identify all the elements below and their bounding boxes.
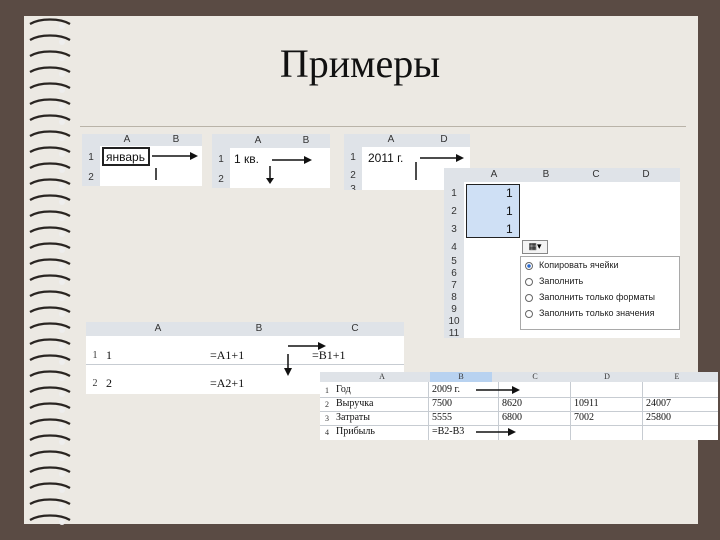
row-4[interactable]: 4 <box>320 428 334 437</box>
col-header-d[interactable]: D <box>572 372 642 382</box>
fill-arrows <box>476 386 520 436</box>
autofill-options-button[interactable]: ▦▾ <box>522 240 548 254</box>
example-quarter: A B 1 2 1 кв. <box>212 134 330 188</box>
col-divider <box>570 382 571 440</box>
col-divider <box>428 382 429 440</box>
row-1[interactable]: 1 <box>444 188 464 199</box>
col-header-a[interactable]: A <box>234 135 282 147</box>
row-divider <box>86 364 404 365</box>
col-header-b[interactable]: B <box>284 135 328 147</box>
row-1[interactable]: 1 <box>82 152 100 163</box>
row-9[interactable]: 9 <box>444 304 464 315</box>
row-1[interactable]: 1 <box>344 152 362 163</box>
col-header-c[interactable]: C <box>308 323 402 335</box>
radio-selected[interactable] <box>525 261 533 270</box>
cell-a3: 1 <box>506 222 513 236</box>
cell-b2: =A2+1 <box>210 376 245 390</box>
row-6[interactable]: 6 <box>444 268 464 279</box>
col-header-b[interactable]: B <box>212 323 306 335</box>
cell-b3: 5555 <box>432 412 452 423</box>
cell-d3: 7002 <box>574 412 594 423</box>
col-header-b[interactable]: B <box>152 134 200 146</box>
radio[interactable] <box>525 293 533 302</box>
cell-a1: 1 <box>106 348 112 362</box>
cell-a1: Год <box>336 384 351 395</box>
col-header-b[interactable]: B <box>522 169 570 181</box>
row-3[interactable]: 3 <box>344 184 362 190</box>
cell-a1: январь <box>106 150 145 164</box>
cell-e2: 24007 <box>646 398 671 409</box>
row-3[interactable]: 3 <box>320 414 334 423</box>
menu-item-fill-values[interactable]: Заполнить только значения <box>521 305 679 321</box>
row-2[interactable]: 2 <box>444 206 464 217</box>
row-4[interactable]: 4 <box>444 242 464 253</box>
row-1[interactable]: 1 <box>320 386 334 395</box>
cell-e3: 25800 <box>646 412 671 423</box>
example-january: A B 1 2 январь <box>82 134 202 186</box>
col-header-c[interactable]: C <box>500 372 570 382</box>
row-2[interactable]: 2 <box>344 170 362 181</box>
row-5[interactable]: 5 <box>444 256 464 267</box>
row-1[interactable]: 1 <box>212 154 230 165</box>
col-divider <box>642 382 643 440</box>
autofill-options-menu: Копировать ячейки Заполнить Заполнить то… <box>520 256 680 330</box>
col-header-d[interactable]: D <box>420 134 468 147</box>
cell-a1: 1 кв. <box>234 152 259 166</box>
col-header-a[interactable]: A <box>104 134 150 146</box>
cell-a2: 1 <box>506 204 513 218</box>
cell-a1: 2011 г. <box>368 151 404 165</box>
col-header-d[interactable]: D <box>622 169 670 181</box>
menu-item-copy-cells[interactable]: Копировать ячейки <box>521 257 679 273</box>
spiral-binding <box>29 18 71 525</box>
radio[interactable] <box>525 309 533 318</box>
row-10[interactable]: 10 <box>444 316 464 327</box>
row-2[interactable]: 2 <box>212 174 230 185</box>
example-revenue-table: A B C D E 1 2 3 4 Год Выручка Затраты Пр… <box>320 372 718 440</box>
fill-arrows <box>266 156 312 184</box>
col-header-e[interactable]: E <box>642 372 712 382</box>
radio[interactable] <box>525 277 533 286</box>
col-header-c[interactable]: C <box>572 169 620 181</box>
row-7[interactable]: 7 <box>444 280 464 291</box>
cell-b1: 2009 г. <box>432 384 460 395</box>
row-8[interactable]: 8 <box>444 292 464 303</box>
page-title: Примеры <box>279 41 441 86</box>
row-1[interactable]: 1 <box>86 350 104 361</box>
cell-b4: =B2-B3 <box>432 426 465 437</box>
cell-a2: Выручка <box>336 398 374 409</box>
col-header-a[interactable]: A <box>334 372 430 382</box>
cell-a4: Прибыль <box>336 426 375 437</box>
col-header-a[interactable]: A <box>468 169 520 181</box>
cell-b2: 7500 <box>432 398 452 409</box>
fill-arrows <box>152 152 198 180</box>
cell-a1: 1 <box>506 186 513 200</box>
menu-item-fill-formats[interactable]: Заполнить только форматы <box>521 289 679 305</box>
col-header-b[interactable]: B <box>430 372 492 382</box>
row-11[interactable]: 11 <box>444 328 464 338</box>
cell-b1: =A1+1 <box>210 348 245 362</box>
col-header-a[interactable]: A <box>366 134 416 147</box>
title-divider <box>80 126 686 127</box>
row-2[interactable]: 2 <box>320 400 334 409</box>
cell-d2: 10911 <box>574 398 599 409</box>
col-header-a[interactable]: A <box>106 323 210 335</box>
row-2[interactable]: 2 <box>82 172 100 183</box>
row-2[interactable]: 2 <box>86 378 104 389</box>
row-3[interactable]: 3 <box>444 224 464 235</box>
cell-a3: Затраты <box>336 412 370 423</box>
cell-a2: 2 <box>106 376 112 390</box>
menu-item-fill[interactable]: Заполнить <box>521 273 679 289</box>
example-autofill-menu: A B C D 1 2 3 4 5 6 7 8 9 10 11 1 1 1 ▦▾… <box>444 168 680 338</box>
